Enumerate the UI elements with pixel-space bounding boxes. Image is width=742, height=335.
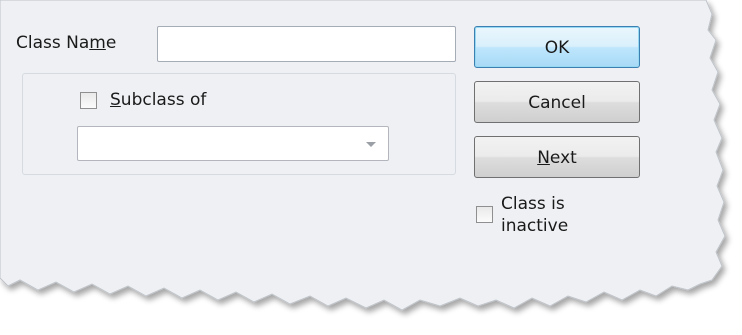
class-name-label: Class Name bbox=[16, 33, 116, 53]
subclass-combobox[interactable] bbox=[77, 126, 389, 161]
ok-button[interactable]: OK bbox=[474, 26, 640, 68]
subclass-label[interactable]: Subclass of bbox=[110, 90, 206, 110]
subclass-label-mnemonic: S bbox=[110, 90, 121, 110]
class-inactive-label-line1: Class is bbox=[501, 194, 565, 214]
cancel-button[interactable]: Cancel bbox=[474, 81, 640, 123]
subclass-label-rest: ubclass of bbox=[120, 90, 207, 110]
class-inactive-label-line2: inactive bbox=[501, 216, 569, 236]
next-rest: ext bbox=[549, 148, 577, 168]
class-name-label-pre: Class Na bbox=[16, 33, 90, 53]
class-name-input[interactable] bbox=[157, 26, 456, 62]
class-name-label-post: e bbox=[105, 33, 117, 53]
class-name-label-mnemonic: m bbox=[89, 33, 106, 53]
next-button[interactable]: Next bbox=[474, 136, 640, 178]
chevron-down-icon[interactable] bbox=[366, 142, 376, 147]
subclass-checkbox[interactable] bbox=[80, 92, 97, 109]
next-mnemonic: N bbox=[537, 148, 550, 168]
class-inactive-checkbox[interactable] bbox=[476, 206, 493, 223]
class-inactive-label[interactable]: Class is inactive bbox=[501, 193, 568, 237]
new-class-dialog: Class Name Subclass of OK Cancel Next Cl… bbox=[0, 0, 742, 335]
